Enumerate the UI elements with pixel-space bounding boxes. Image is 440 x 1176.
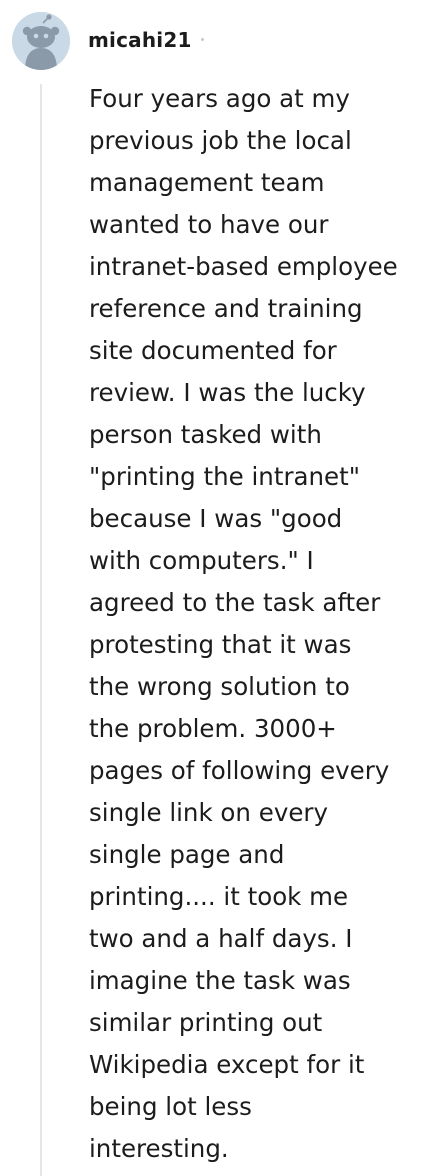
comment: micahi21 Four years ago at my previous j… bbox=[0, 0, 440, 1176]
reddit-snoo-avatar-icon[interactable] bbox=[12, 12, 70, 70]
comment-body-text: Four years ago at my previous job the lo… bbox=[89, 84, 398, 1163]
thread-collapse-line[interactable] bbox=[40, 84, 42, 1176]
comment-author-username[interactable]: micahi21 bbox=[88, 26, 192, 54]
separator-dot bbox=[201, 38, 204, 41]
